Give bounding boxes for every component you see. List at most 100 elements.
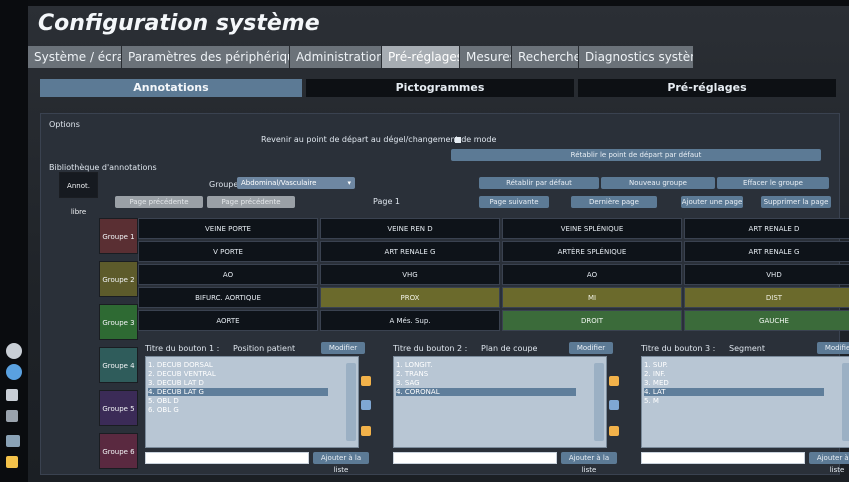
add-item-input[interactable]	[145, 452, 309, 464]
prev-page-button-2[interactable]: Page précédente	[207, 196, 295, 208]
image-icon[interactable]	[6, 435, 20, 447]
globe-icon[interactable]	[6, 364, 22, 380]
tab-presets[interactable]: Pré-réglages	[382, 46, 460, 68]
settings-icon[interactable]	[6, 343, 22, 359]
new-group-button[interactable]: Nouveau groupe	[601, 177, 715, 189]
group-3-button[interactable]: Groupe 3	[99, 304, 138, 340]
annotation-cell[interactable]: VHG	[320, 264, 500, 285]
group-2-button[interactable]: Groupe 2	[99, 261, 138, 297]
list-item[interactable]: 2. DECUB VENTRAL	[148, 370, 328, 378]
add-to-list-button[interactable]: Ajouter à la liste	[561, 452, 617, 474]
tab-administration[interactable]: Administration	[290, 46, 382, 68]
delete-page-button[interactable]: Supprimer la page	[761, 196, 831, 208]
list-panel-3: Titre du bouton 3 : Segment Modifier titre…	[641, 342, 849, 474]
list-item[interactable]: 4. LAT	[644, 388, 824, 396]
group-6-button[interactable]: Groupe 6	[99, 433, 138, 469]
page-label: Page 1	[373, 197, 400, 206]
annotation-cell[interactable]: ART RENALE D	[684, 218, 849, 239]
last-page-button[interactable]: Dernière page	[571, 196, 657, 208]
list-item[interactable]: 3. SAG	[396, 379, 576, 387]
list-item[interactable]: 3. DECUB LAT D	[148, 379, 328, 387]
list-item[interactable]: 1. DECUB DORSAL	[148, 361, 328, 369]
group-4-button[interactable]: Groupe 4	[99, 347, 138, 383]
annotation-cell[interactable]: GAUCHE	[684, 310, 849, 331]
group-1-button[interactable]: Groupe 1	[99, 218, 138, 254]
annotation-cell[interactable]: ART RENALE G	[684, 241, 849, 262]
list-item[interactable]: 6. OBL G	[148, 406, 328, 414]
reset-default-button[interactable]: Rétablir le point de départ par défaut	[451, 149, 821, 161]
annotation-listbox[interactable]: 1. DECUB DORSAL 2. DECUB VENTRAL 3. DECUB …	[145, 356, 359, 448]
tab-peripherals[interactable]: Paramètres des périphériques	[122, 46, 290, 68]
edit-title-button[interactable]: Modifier titre	[569, 342, 613, 364]
annotation-cell[interactable]: VEINE PORTE	[138, 218, 318, 239]
sub-tabs: Annotations Pictogrammes Pré-réglages	[40, 79, 836, 97]
list-action-icon[interactable]	[361, 400, 371, 410]
move-up-icon[interactable]	[609, 376, 619, 386]
list-scrollbar[interactable]	[594, 363, 604, 441]
annotation-cell[interactable]: ARTÈRE SPLÉNIQUE	[502, 241, 682, 262]
annotation-cell[interactable]: A Més. Sup.	[320, 310, 500, 331]
list-item[interactable]: 4. CORONAL	[396, 388, 576, 396]
list-action-icon[interactable]	[609, 400, 619, 410]
annotation-cell[interactable]: V PORTE	[138, 241, 318, 262]
list-item[interactable]: 1. SUP.	[644, 361, 824, 369]
list-item[interactable]: 4. DECUB LAT G	[148, 388, 328, 396]
reset-option-checkbox[interactable]	[455, 137, 461, 143]
add-to-list-button[interactable]: Ajouter à la liste	[313, 452, 369, 474]
group-select[interactable]: Abdominal/Vasculaire ▾	[237, 177, 355, 189]
subtab-presets[interactable]: Pré-réglages	[578, 79, 836, 97]
library-section-label: Bibliothèque d'annotations	[49, 163, 157, 172]
add-item-input[interactable]	[641, 452, 805, 464]
list-scrollbar[interactable]	[842, 363, 849, 441]
tab-system-diagnostics[interactable]: Diagnostics système	[579, 46, 694, 68]
list-item[interactable]: 5. M	[644, 397, 824, 405]
free-annotation-button[interactable]: Annot. libre	[59, 172, 98, 216]
annotation-listbox[interactable]: 1. LONGIT. 2. TRANS 3. SAG 4. CORONAL	[393, 356, 607, 448]
edit-title-button[interactable]: Modifier titre	[321, 342, 365, 364]
annotation-cell[interactable]: AORTE	[138, 310, 318, 331]
tab-system-screen[interactable]: Système / écran	[28, 46, 122, 68]
annotation-cell[interactable]: PROX	[320, 287, 500, 308]
list-item[interactable]: 2. TRANS	[396, 370, 576, 378]
move-up-icon[interactable]	[361, 376, 371, 386]
move-down-icon[interactable]	[361, 426, 371, 436]
group-label: Groupe	[209, 180, 239, 189]
annotation-cell[interactable]: VHD	[684, 264, 849, 285]
restore-default-button[interactable]: Rétablir par défaut	[479, 177, 599, 189]
annotation-cell[interactable]: VEINE SPLÉNIQUE	[502, 218, 682, 239]
annotation-cell[interactable]: AO	[138, 264, 318, 285]
clear-group-button[interactable]: Effacer le groupe	[717, 177, 829, 189]
move-down-icon[interactable]	[609, 426, 619, 436]
list-item[interactable]: 5. OBL D	[148, 397, 328, 405]
list-item[interactable]: 1. LONGIT.	[396, 361, 576, 369]
tab-search[interactable]: Recherche	[512, 46, 579, 68]
list-item[interactable]: 2. INF.	[644, 370, 824, 378]
subtab-annotations[interactable]: Annotations	[40, 79, 302, 97]
brush-icon[interactable]	[6, 456, 18, 468]
doc-icon[interactable]	[6, 389, 18, 401]
list-panel-1: Titre du bouton 1 : Position patient Modif…	[145, 342, 373, 474]
add-item-input[interactable]	[393, 452, 557, 464]
add-page-button[interactable]: Ajouter une page	[681, 196, 743, 208]
annotation-cell[interactable]: VEINE REN D	[320, 218, 500, 239]
annotation-cell[interactable]: BIFURC. AORTIQUE	[138, 287, 318, 308]
add-to-list-button[interactable]: Ajouter à la liste	[809, 452, 849, 474]
subtab-pictograms[interactable]: Pictogrammes	[306, 79, 574, 97]
audio-icon[interactable]	[6, 410, 18, 422]
annotation-cell[interactable]: MI	[502, 287, 682, 308]
group-5-button[interactable]: Groupe 5	[99, 390, 138, 426]
list-scrollbar[interactable]	[346, 363, 356, 441]
annotation-cell[interactable]: DROIT	[502, 310, 682, 331]
tab-measures[interactable]: Mesures	[460, 46, 512, 68]
annotation-cell[interactable]: DIST	[684, 287, 849, 308]
edit-title-button[interactable]: Modifier titre	[817, 342, 849, 364]
next-page-button[interactable]: Page suivante	[479, 196, 549, 208]
prev-page-button-1[interactable]: Page précédente	[115, 196, 203, 208]
annotation-listbox[interactable]: 1. SUP. 2. INF. 3. MED 4. LAT 5. M	[641, 356, 849, 448]
annotation-cell[interactable]: AO	[502, 264, 682, 285]
annotation-cell[interactable]: ART RENALE G	[320, 241, 500, 262]
panel-subtitle: Plan de coupe	[481, 344, 538, 353]
list-item[interactable]: 3. MED	[644, 379, 824, 387]
panel-title: Titre du bouton 3 :	[641, 344, 716, 353]
annotation-grid: VEINE PORTE VEINE REN D VEINE SPLÉNIQUE ART…	[138, 218, 849, 336]
